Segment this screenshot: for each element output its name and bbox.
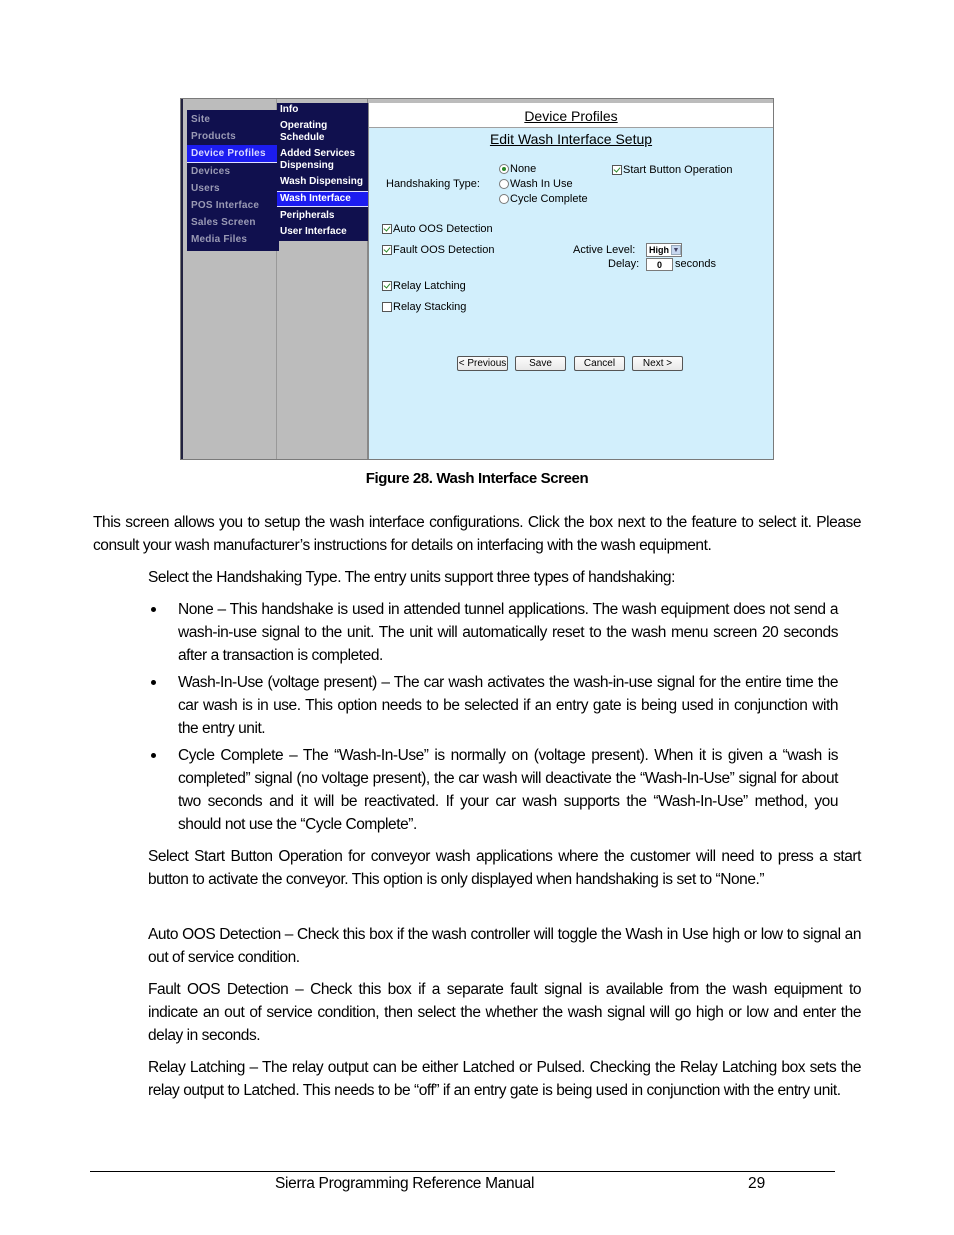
form-title: Edit Wash Interface Setup [489,131,653,147]
handshaking-type-label: Handshaking Type: [386,178,480,190]
start-button-paragraph: Select Start Button Operation for convey… [148,845,861,891]
menu-item-users[interactable]: Users [187,180,279,197]
main-menu: Site Products Device Profiles Devices Us… [187,110,279,251]
main-panel: Device Profiles Edit Wash Interface Setu… [368,103,773,459]
checkbox-checked-icon[interactable] [612,165,622,175]
figure-caption: Figure 28. Wash Interface Screen [365,470,589,487]
chevron-down-icon[interactable]: ▼ [671,245,681,255]
list-item-text: Cycle Complete – The “Wash-In-Use” is no… [178,747,838,833]
delay-label: Delay: [608,258,640,270]
submenu-item-operating-schedule[interactable]: Operating Schedule [277,119,340,145]
delay-unit-label: seconds [675,258,716,270]
radio-none[interactable]: None [499,163,536,175]
footer-page-number: 29 [748,1175,766,1192]
paragraph-text: Fault OOS Detection – Check this box if … [148,981,861,1044]
intro-text: This screen allows you to setup the wash… [93,514,861,554]
wash-interface-screenshot: Site Products Device Profiles Devices Us… [180,98,774,460]
list-item: None – This handshake is used in attende… [148,598,838,667]
cancel-button[interactable]: Cancel [574,356,625,371]
list-item-text: None – This handshake is used in attende… [178,601,838,664]
submenu-item-added-services-dispensing[interactable]: Added Services Dispensing [277,147,368,173]
footer-divider [90,1171,835,1172]
paragraph-text: Auto OOS Detection – Check this box if t… [148,926,861,966]
sub-menu: Info Operating Schedule Added Services D… [277,103,368,241]
next-button[interactable]: Next > [632,356,683,371]
radio-wash-in-use[interactable]: Wash In Use [499,178,573,190]
list-item: Cycle Complete – The “Wash-In-Use” is no… [148,744,838,836]
auto-oos-detection-checkbox[interactable]: Auto OOS Detection [382,223,493,235]
menu-item-products[interactable]: Products [187,128,279,145]
checkbox-checked-icon[interactable] [382,224,392,234]
submenu-item-wash-interface[interactable]: Wash Interface [277,191,368,207]
radio-unselected-icon[interactable] [499,179,509,189]
checkbox-unchecked-icon[interactable] [382,302,392,312]
radio-none-label: None [510,163,537,175]
fault-oos-detection-checkbox[interactable]: Fault OOS Detection [382,244,495,256]
submenu-item-user-interface[interactable]: User Interface [277,225,368,239]
checkbox-checked-icon[interactable] [382,281,392,291]
intro-paragraph: This screen allows you to setup the wash… [93,511,861,557]
page-title: Device Profiles [524,108,618,124]
checkbox-checked-icon[interactable] [382,245,392,255]
relay-stacking-label: Relay Stacking [393,301,467,313]
footer-manual-title: Sierra Programming Reference Manual [275,1175,535,1192]
menu-item-pos-interface[interactable]: POS Interface [187,197,279,214]
paragraph-text: Relay Latching – The relay output can be… [148,1059,861,1099]
list-item: Wash-In-Use (voltage present) – The car … [148,671,838,740]
submenu-item-peripherals[interactable]: Peripherals [277,209,368,223]
active-level-select[interactable]: High ▼ [646,243,682,257]
relay-latching-label: Relay Latching [393,280,466,292]
delay-input[interactable]: 0 [646,258,673,271]
fault-oos-detection-label: Fault OOS Detection [393,244,495,256]
start-button-operation-label: Start Button Operation [623,164,733,176]
page-title-bar: Device Profiles [369,103,773,128]
paragraph-text: Select Start Button Operation for convey… [148,848,861,888]
radio-selected-icon[interactable] [499,164,509,174]
active-level-label: Active Level: [573,244,636,256]
menu-item-devices[interactable]: Devices [187,163,279,180]
active-level-value: High [649,245,669,255]
handshake-intro-paragraph: Select the Handshaking Type. The entry u… [148,566,861,589]
handshake-intro-text: Select the Handshaking Type. The entry u… [148,569,675,586]
bullet-icon [151,680,156,685]
left-menu-column: Site Products Device Profiles Devices Us… [181,99,279,459]
list-item-text: Wash-In-Use (voltage present) – The car … [178,674,838,737]
relay-stacking-checkbox[interactable]: Relay Stacking [382,301,466,313]
auto-oos-detection-label: Auto OOS Detection [393,223,493,235]
radio-wash-in-use-label: Wash In Use [510,178,573,190]
radio-unselected-icon[interactable] [499,194,509,204]
handshake-type-list: None – This handshake is used in attende… [148,598,838,840]
previous-button[interactable]: < Previous [457,356,508,371]
start-button-operation-checkbox[interactable]: Start Button Operation [612,164,732,176]
relay-latching-paragraph: Relay Latching – The relay output can be… [148,1056,861,1102]
submenu-item-info[interactable]: Info [277,103,368,117]
submenu-item-wash-dispensing[interactable]: Wash Dispensing [277,175,368,189]
fault-oos-paragraph: Fault OOS Detection – Check this box if … [148,978,861,1047]
bullet-icon [151,753,156,758]
menu-item-device-profiles[interactable]: Device Profiles [187,145,279,163]
save-button[interactable]: Save [515,356,566,371]
menu-item-sales-screen[interactable]: Sales Screen [187,214,279,231]
relay-latching-checkbox[interactable]: Relay Latching [382,280,466,292]
auto-oos-paragraph: Auto OOS Detection – Check this box if t… [148,923,861,969]
bullet-icon [151,607,156,612]
radio-cycle-complete-label: Cycle Complete [510,193,588,205]
radio-cycle-complete[interactable]: Cycle Complete [499,193,588,205]
menu-item-media-files[interactable]: Media Files [187,231,279,248]
menu-item-site[interactable]: Site [187,111,279,128]
